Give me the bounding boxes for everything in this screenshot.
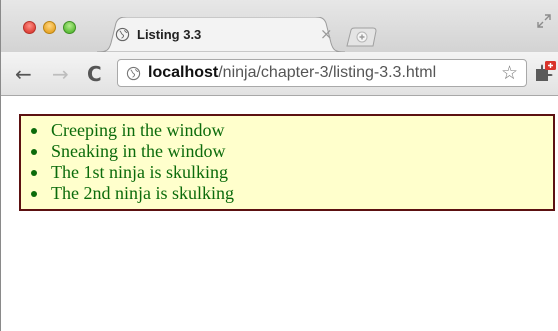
extension-icon[interactable]: [533, 59, 557, 85]
zoom-window-icon[interactable]: [63, 21, 76, 34]
ninja-list-box: Creeping in the window Sneaking in the w…: [19, 114, 555, 211]
list-item: The 1st ninja is skulking: [31, 162, 553, 183]
tab-title: Listing 3.3: [137, 27, 202, 42]
page-viewport: Creeping in the window Sneaking in the w…: [1, 96, 558, 331]
tab-strip: Listing 3.3 ×: [1, 0, 558, 52]
reload-icon[interactable]: C: [87, 64, 102, 84]
tab-shape: [97, 17, 345, 52]
fullscreen-icon[interactable]: [537, 14, 551, 28]
list-item: Sneaking in the window: [31, 141, 553, 162]
tab-listing[interactable]: Listing 3.3 ×: [97, 17, 345, 52]
star-icon[interactable]: ☆: [501, 62, 518, 84]
globe-icon: [115, 27, 130, 42]
url-path: /ninja/chapter-3/listing-3.3.html: [218, 64, 437, 81]
browser-window: Listing 3.3 × ← → C localhost/ninja/chap…: [0, 0, 558, 331]
globe-icon: [126, 66, 141, 81]
list-item: Creeping in the window: [31, 120, 553, 141]
back-arrow-icon[interactable]: ←: [15, 64, 32, 84]
url-text: localhost/ninja/chapter-3/listing-3.3.ht…: [148, 64, 436, 82]
browser-toolbar: ← → C localhost/ninja/chapter-3/listing-…: [1, 52, 558, 96]
list-item: The 2nd ninja is skulking: [31, 183, 553, 204]
tab-close-icon[interactable]: ×: [320, 25, 333, 43]
url-host: localhost: [148, 64, 219, 81]
minimize-window-icon[interactable]: [43, 21, 56, 34]
new-tab-icon[interactable]: [345, 27, 379, 47]
address-bar[interactable]: localhost/ninja/chapter-3/listing-3.3.ht…: [117, 59, 527, 87]
forward-arrow-icon[interactable]: →: [52, 64, 69, 84]
close-window-icon[interactable]: [23, 21, 36, 34]
ninja-list: Creeping in the window Sneaking in the w…: [21, 116, 553, 204]
